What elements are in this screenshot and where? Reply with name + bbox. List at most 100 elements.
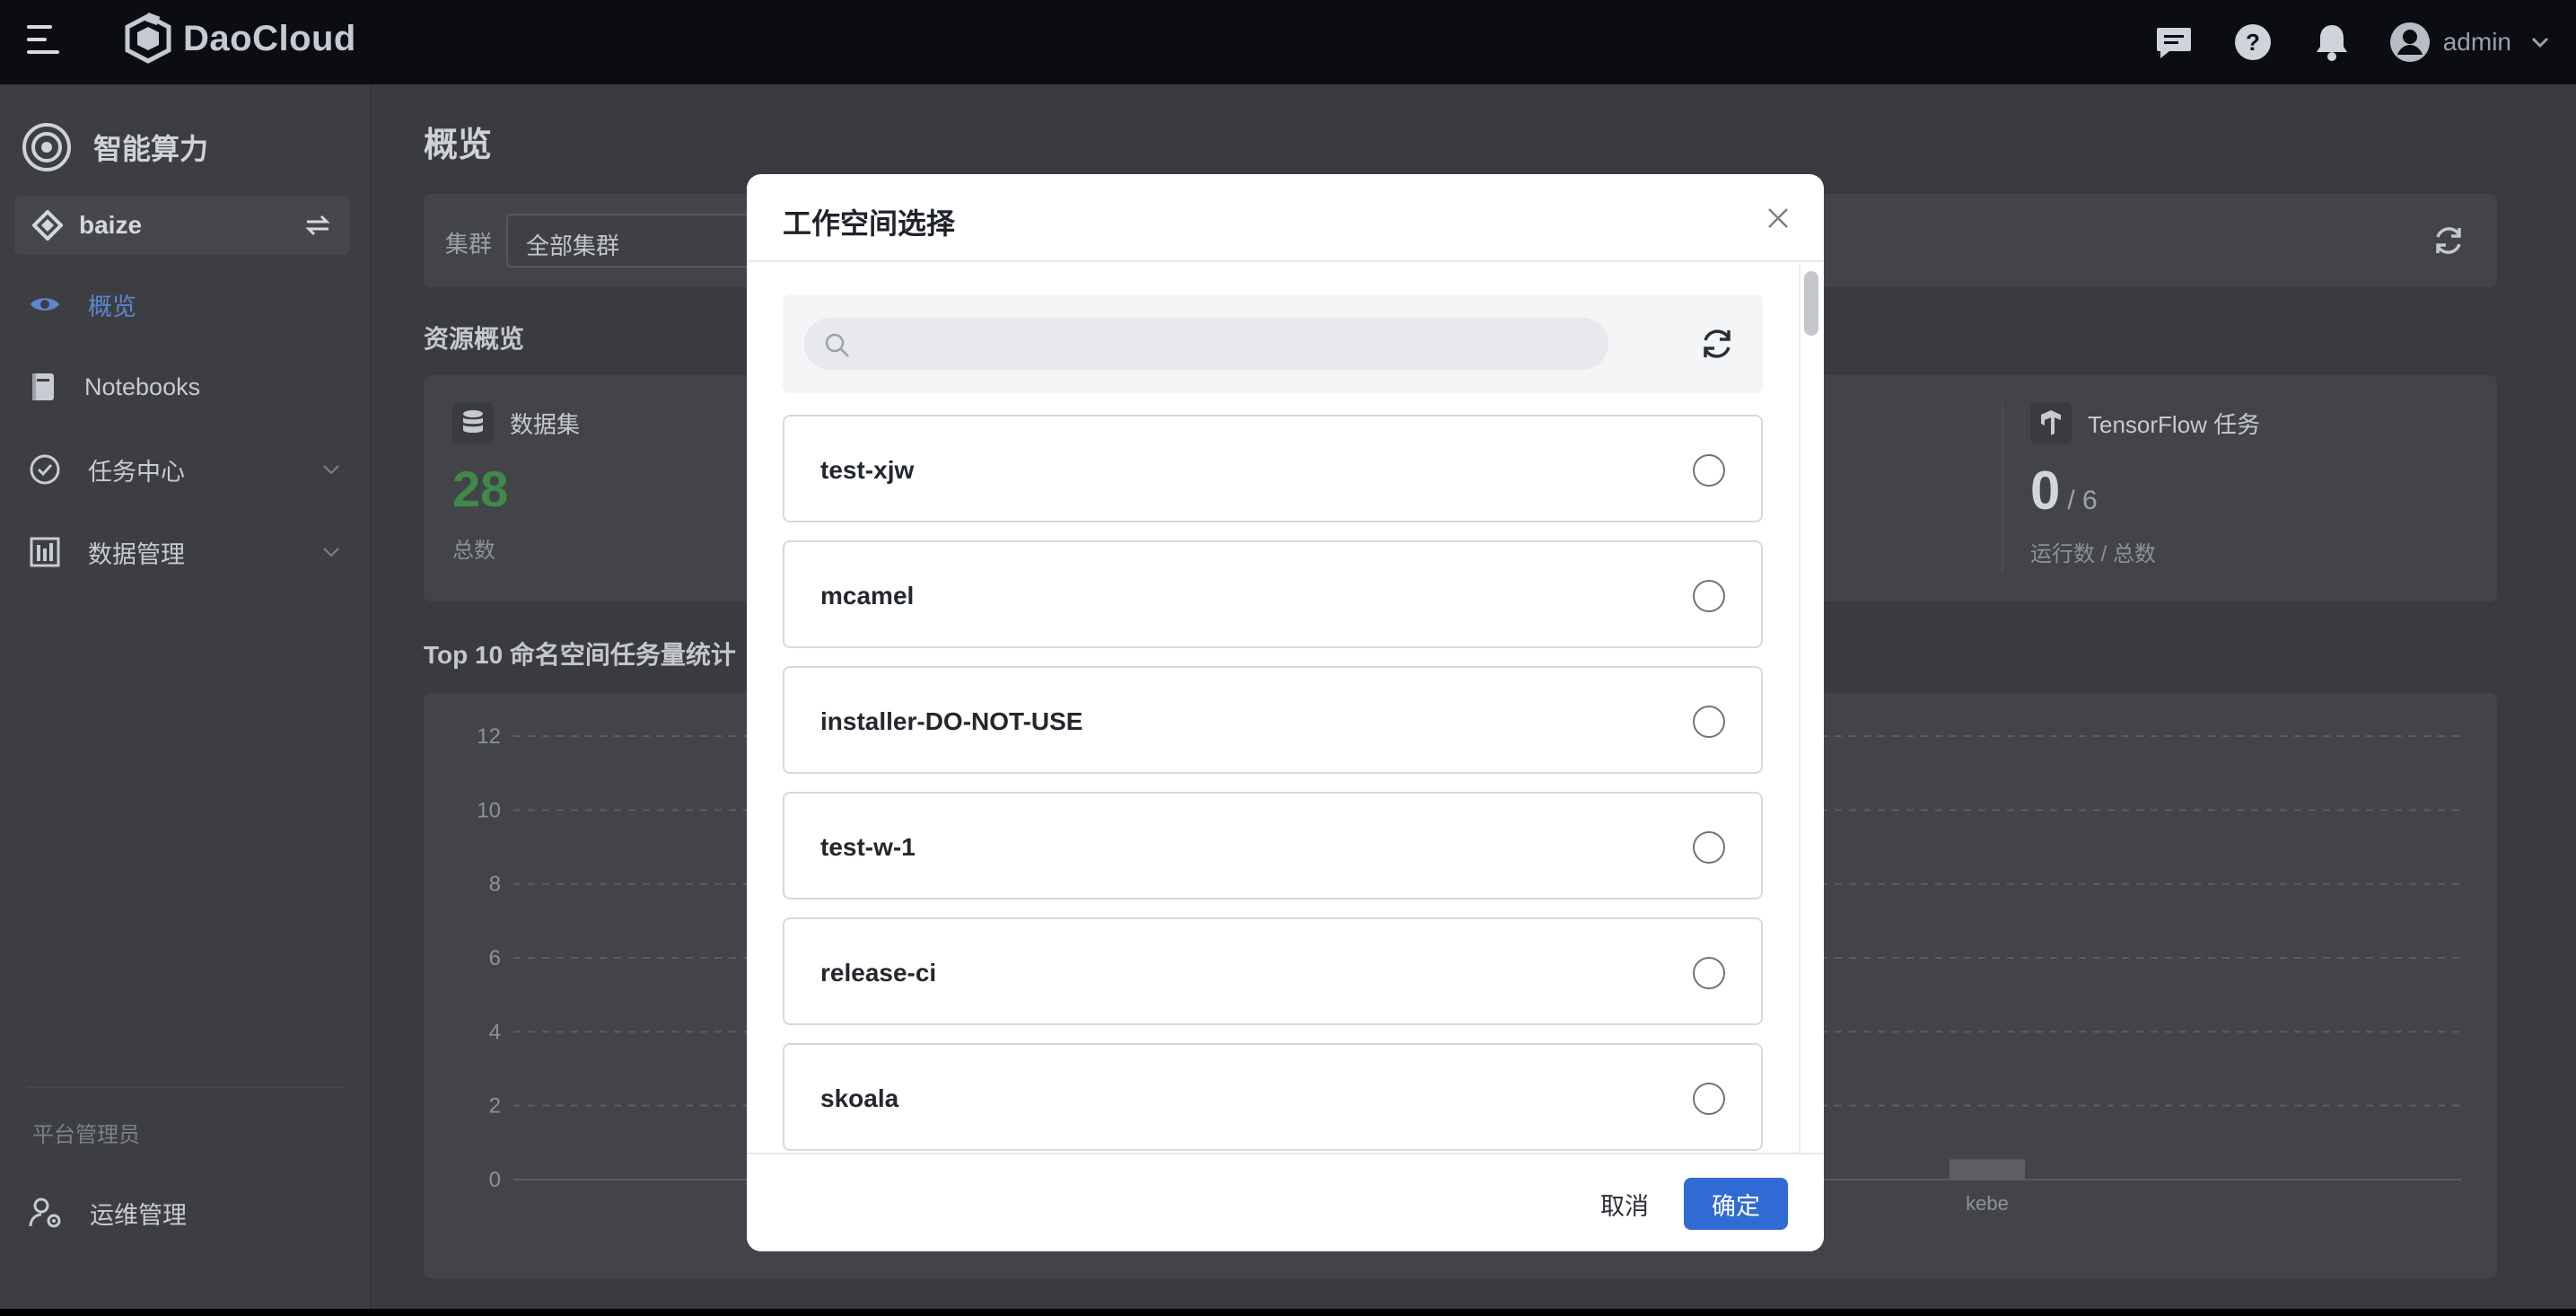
workspace-radio[interactable] — [1693, 831, 1725, 864]
workspace-name: baize — [79, 211, 143, 239]
hamburger-menu-icon[interactable] — [27, 25, 65, 57]
workspace-search-input[interactable] — [804, 318, 1608, 370]
workspace-option-label: skoala — [820, 1084, 899, 1112]
svg-text:?: ? — [2246, 29, 2260, 56]
user-avatar-icon — [2389, 22, 2430, 62]
namespace-chart-title: Top 10 命名空间任务量统计 — [424, 641, 736, 669]
workspace-option-label: release-ci — [820, 959, 937, 987]
workspace-radio[interactable] — [1693, 580, 1725, 612]
top-bar: DaoCloud ? admin — [0, 0, 2576, 84]
dataset-count: 28 — [452, 461, 509, 517]
y-tick-label: 4 — [489, 1020, 501, 1044]
workspace-option-label: mcamel — [820, 582, 915, 610]
chevron-down-icon — [2531, 37, 2549, 48]
tensorflow-card-title: TensorFlow 任务 — [2088, 410, 2261, 438]
workspace-option[interactable]: installer-DO-NOT-USE — [783, 666, 1763, 774]
search-icon — [825, 333, 849, 357]
dataset-card[interactable]: 数据集 28 总数 — [452, 402, 580, 564]
sidebar-item-label: 任务中心 — [88, 458, 185, 486]
workspace-option[interactable]: mcamel — [783, 540, 1763, 648]
module-title: 智能算力 — [93, 133, 209, 165]
module-header: 智能算力 — [22, 122, 208, 172]
workspace-radio[interactable] — [1693, 1083, 1725, 1115]
help-icon[interactable]: ? — [2231, 21, 2274, 64]
top-bar-actions: ? admin — [2116, 13, 2549, 72]
refresh-icon[interactable] — [1698, 325, 1736, 363]
dialog-header: 工作空间选择 — [747, 174, 1824, 262]
workspace-icon — [32, 210, 63, 241]
tensorflow-icon — [2030, 402, 2072, 443]
workspace-option-label: installer-DO-NOT-USE — [820, 707, 1083, 735]
search-panel — [783, 294, 1763, 393]
resource-overview-title: 资源概览 — [424, 325, 525, 353]
y-tick-label: 12 — [477, 724, 501, 749]
dataset-card-title: 数据集 — [510, 410, 581, 438]
eye-icon — [31, 298, 59, 311]
workspace-option[interactable]: test-w-1 — [783, 792, 1763, 899]
database-icon — [452, 402, 494, 443]
y-tick-label: 2 — [489, 1094, 501, 1119]
tensorflow-card[interactable]: TensorFlow 任务 0 / 6 运行数 / 总数 — [2030, 402, 2260, 567]
data-management-icon — [30, 537, 60, 567]
cancel-button[interactable]: 取消 — [1571, 1178, 1678, 1230]
tensorflow-count-label: 运行数 / 总数 — [2030, 542, 2157, 566]
chart-bar[interactable] — [1950, 1159, 2025, 1180]
y-tick-label: 6 — [489, 946, 501, 970]
notebook-icon — [32, 373, 54, 400]
x-tick-label: kebe — [1966, 1192, 2009, 1215]
dataset-count-label: 总数 — [452, 539, 495, 563]
user-gear-icon — [29, 1198, 61, 1228]
confirm-button[interactable]: 确定 — [1684, 1178, 1788, 1230]
y-tick-label: 10 — [477, 798, 501, 822]
dialog-scrollbar-thumb[interactable] — [1804, 271, 1818, 336]
app-root: DaoCloud ? admin 智能算力 baize 概览 Notebooks… — [0, 0, 2576, 1309]
daocloud-logo-icon — [125, 13, 171, 64]
message-icon[interactable] — [2152, 21, 2195, 64]
workspace-radio[interactable] — [1693, 957, 1725, 989]
workspace-option-label: test-w-1 — [820, 833, 916, 861]
cluster-select[interactable]: 全部集群 — [506, 214, 775, 268]
bell-icon[interactable] — [2310, 21, 2353, 64]
dialog-footer: 取消 确定 — [747, 1153, 1824, 1251]
sidebar-item-label: Notebooks — [84, 373, 201, 400]
user-menu[interactable]: admin — [2389, 22, 2549, 63]
tensorflow-total-count: / 6 — [2067, 486, 2098, 515]
workspace-option-label: test-xjw — [820, 456, 915, 484]
brand-logo[interactable]: DaoCloud — [122, 13, 356, 65]
sidebar-divider — [27, 1086, 345, 1088]
workspace-switcher[interactable]: baize — [14, 196, 350, 255]
chevron-down-icon — [323, 548, 339, 557]
dialog-scrollbar[interactable] — [1799, 264, 1824, 1162]
workspace-option[interactable]: skoala — [783, 1043, 1763, 1151]
chevron-down-icon — [323, 465, 339, 474]
bottom-edge — [0, 1309, 2576, 1316]
tensorflow-running-count: 0 — [2030, 461, 2061, 521]
cluster-filter-label: 集群 — [445, 231, 493, 258]
platform-admin-label: 平台管理员 — [32, 1123, 140, 1147]
workspace-option[interactable]: release-ci — [783, 917, 1763, 1025]
switch-icon[interactable] — [303, 213, 332, 238]
workspace-option[interactable]: test-xjw — [783, 415, 1763, 522]
sidebar-item-ops-management[interactable]: 运维管理 — [0, 1181, 372, 1244]
sidebar-item-task-center[interactable]: 任务中心 — [0, 438, 372, 501]
workspace-radio[interactable] — [1693, 454, 1725, 487]
username: admin — [2442, 28, 2511, 56]
workspace-select-dialog: 工作空间选择 test-xjw mcamel installer-DO-NOT-… — [747, 174, 1824, 1251]
brand-name: DaoCloud — [183, 18, 356, 58]
sidebar-item-overview[interactable]: 概览 — [0, 273, 372, 336]
close-icon[interactable] — [1765, 205, 1792, 232]
sidebar: 智能算力 baize 概览 Notebooks 任务中心 数据管理 平台管理员 — [0, 84, 372, 1309]
dialog-title: 工作空间选择 — [783, 207, 956, 240]
y-tick-label: 0 — [489, 1168, 501, 1192]
refresh-icon[interactable] — [2431, 223, 2466, 259]
page-title: 概览 — [424, 127, 493, 164]
sidebar-item-label: 数据管理 — [88, 540, 185, 568]
workspace-radio[interactable] — [1693, 706, 1725, 738]
task-check-icon — [30, 454, 60, 485]
ai-compute-icon — [22, 123, 71, 171]
sidebar-item-label: 运维管理 — [90, 1201, 187, 1229]
sidebar-item-label: 概览 — [88, 293, 136, 320]
card-divider — [2002, 402, 2003, 573]
sidebar-item-data-management[interactable]: 数据管理 — [0, 521, 372, 583]
sidebar-item-notebooks[interactable]: Notebooks — [0, 355, 372, 418]
